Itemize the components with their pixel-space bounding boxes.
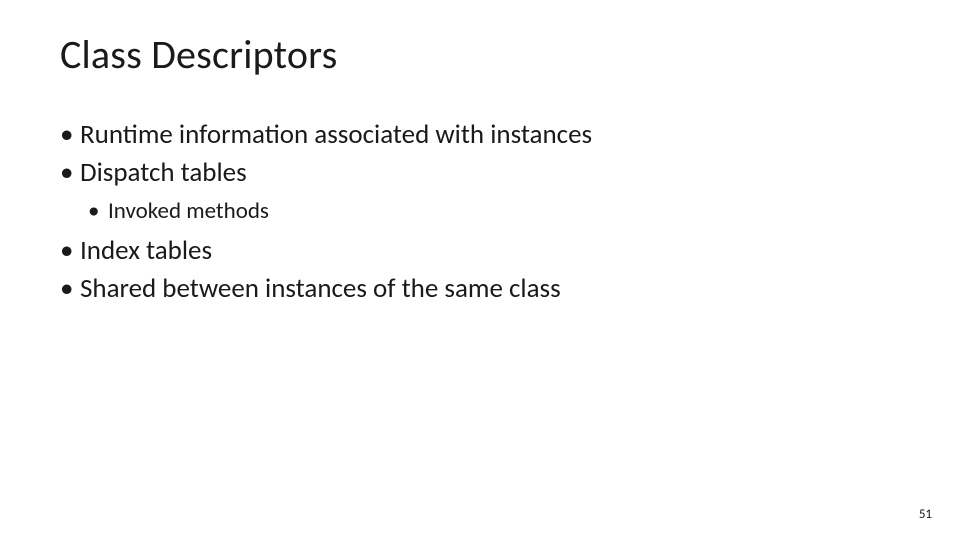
bullet-item-index-tables: Index tables (60, 233, 900, 269)
bullet-item-runtime-info: Runtime information associated with inst… (60, 117, 900, 153)
bullet-item-dispatch-tables: Dispatch tables (60, 155, 900, 191)
slide-container: Class Descriptors Runtime information as… (0, 0, 960, 540)
sub-bullet-item-invoked-methods: Invoked methods (88, 196, 900, 227)
bullet-item-shared-instances: Shared between instances of the same cla… (60, 271, 900, 307)
slide-title: Class Descriptors (60, 30, 900, 79)
bullet-list: Runtime information associated with inst… (60, 117, 900, 307)
page-number: 51 (919, 507, 932, 522)
